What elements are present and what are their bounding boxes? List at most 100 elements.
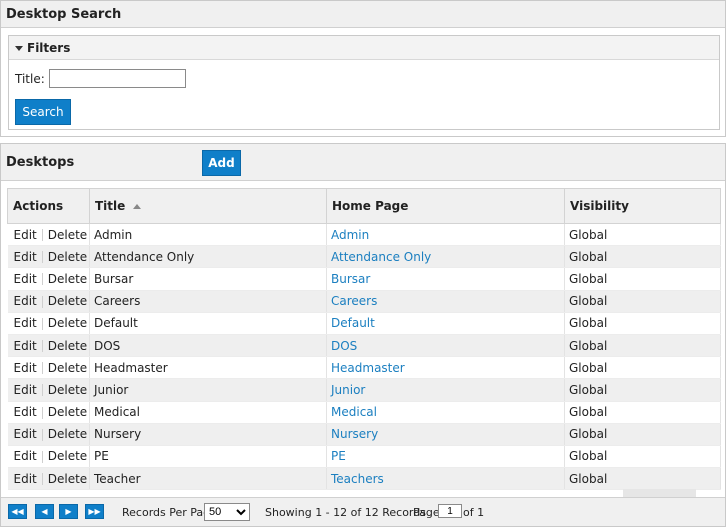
- edit-link[interactable]: Edit: [14, 427, 37, 441]
- row-title: DOS: [89, 334, 327, 358]
- table-row: Edit Delete Careers Careers Global: [7, 290, 721, 313]
- edit-link[interactable]: Edit: [14, 272, 37, 286]
- delete-link[interactable]: Delete: [48, 472, 87, 486]
- table-row: Edit Delete DOS DOS Global: [7, 334, 721, 358]
- pager: ◀◀ ◀ ▶ ▶▶ Records Per Page 50 Showing 1 …: [1, 497, 725, 526]
- row-home-page: Junior: [326, 378, 565, 402]
- home-page-link[interactable]: Junior: [331, 383, 365, 397]
- row-home-page: Headmaster: [326, 356, 565, 380]
- sort-ascending-icon: [133, 204, 142, 209]
- row-title: PE: [89, 445, 327, 469]
- row-visibility: Global: [564, 423, 721, 446]
- records-per-page-label: Records Per Page: [122, 506, 217, 519]
- row-visibility: Global: [564, 290, 721, 313]
- title-input[interactable]: [49, 69, 186, 88]
- add-button[interactable]: Add: [202, 150, 241, 176]
- row-title: Medical: [89, 401, 327, 424]
- delete-link[interactable]: Delete: [48, 228, 87, 242]
- page-of-text: of 1: [463, 506, 485, 519]
- edit-link[interactable]: Edit: [14, 472, 37, 486]
- delete-link[interactable]: Delete: [48, 250, 87, 264]
- row-actions: Edit Delete: [7, 223, 90, 247]
- delete-link[interactable]: Delete: [48, 405, 87, 419]
- row-actions: Edit Delete: [7, 334, 90, 358]
- edit-link[interactable]: Edit: [14, 250, 37, 264]
- row-visibility: Global: [564, 445, 721, 469]
- row-title: Attendance Only: [89, 245, 327, 269]
- action-divider: [41, 428, 43, 441]
- edit-link[interactable]: Edit: [14, 316, 37, 330]
- filters-toggle[interactable]: Filters: [9, 36, 719, 60]
- column-header-title[interactable]: Title: [89, 188, 327, 224]
- delete-link[interactable]: Delete: [48, 427, 87, 441]
- action-divider: [41, 384, 43, 397]
- delete-link[interactable]: Delete: [48, 316, 87, 330]
- action-divider: [41, 273, 43, 286]
- edit-link[interactable]: Edit: [14, 449, 37, 463]
- next-page-icon[interactable]: ▶: [59, 504, 78, 519]
- edit-link[interactable]: Edit: [14, 339, 37, 353]
- edit-link[interactable]: Edit: [14, 405, 37, 419]
- table-row: Edit Delete Junior Junior Global: [7, 378, 721, 402]
- home-page-link[interactable]: Default: [331, 316, 375, 330]
- edit-link[interactable]: Edit: [14, 294, 37, 308]
- filters-section: Filters Title: Search: [8, 35, 720, 130]
- row-visibility: Global: [564, 312, 721, 335]
- edit-link[interactable]: Edit: [14, 383, 37, 397]
- home-page-link[interactable]: Headmaster: [331, 361, 405, 375]
- row-visibility: Global: [564, 401, 721, 424]
- row-home-page: Nursery: [326, 423, 565, 446]
- first-page-icon[interactable]: ◀◀: [8, 504, 27, 519]
- delete-link[interactable]: Delete: [48, 294, 87, 308]
- row-actions: Edit Delete: [7, 423, 90, 446]
- row-actions: Edit Delete: [7, 401, 90, 424]
- desktops-header: Desktops Add: [1, 144, 725, 181]
- row-title: Bursar: [89, 267, 327, 291]
- table-body: Edit Delete Admin Admin Global Edit Delete Atte…: [7, 223, 721, 491]
- row-actions: Edit Delete: [7, 245, 90, 269]
- edit-link[interactable]: Edit: [14, 228, 37, 242]
- search-button[interactable]: Search: [15, 99, 71, 125]
- table-row: Edit Delete Admin Admin Global: [7, 223, 721, 247]
- row-home-page: Medical: [326, 401, 565, 424]
- row-title: Careers: [89, 290, 327, 313]
- action-divider: [41, 229, 43, 242]
- table-row: Edit Delete Attendance Only Attendance Only…: [7, 245, 721, 269]
- home-page-link[interactable]: Attendance Only: [331, 250, 431, 264]
- home-page-link[interactable]: Admin: [331, 228, 369, 242]
- row-title: Teacher: [89, 467, 327, 491]
- action-divider: [41, 251, 43, 264]
- column-title-label: Title: [95, 199, 126, 213]
- page-number-input[interactable]: [438, 504, 462, 518]
- delete-link[interactable]: Delete: [48, 339, 87, 353]
- delete-link[interactable]: Delete: [48, 272, 87, 286]
- column-header-home-page[interactable]: Home Page: [326, 188, 565, 224]
- home-page-link[interactable]: Teachers: [331, 472, 384, 486]
- last-page-icon[interactable]: ▶▶: [85, 504, 104, 519]
- action-divider: [41, 450, 43, 463]
- action-divider: [41, 317, 43, 330]
- edit-link[interactable]: Edit: [14, 361, 37, 375]
- column-header-actions: Actions: [7, 188, 90, 224]
- delete-link[interactable]: Delete: [48, 449, 87, 463]
- delete-link[interactable]: Delete: [48, 383, 87, 397]
- filters-label: Filters: [27, 41, 71, 55]
- home-page-link[interactable]: Careers: [331, 294, 377, 308]
- home-page-link[interactable]: Medical: [331, 405, 377, 419]
- home-page-link[interactable]: Nursery: [331, 427, 378, 441]
- row-title: Headmaster: [89, 356, 327, 380]
- row-actions: Edit Delete: [7, 467, 90, 491]
- row-home-page: Admin: [326, 223, 565, 247]
- delete-link[interactable]: Delete: [48, 361, 87, 375]
- home-page-link[interactable]: PE: [331, 449, 346, 463]
- previous-page-icon[interactable]: ◀: [35, 504, 54, 519]
- column-header-visibility[interactable]: Visibility: [564, 188, 721, 224]
- table-row: Edit Delete Teacher Teachers Global: [7, 467, 721, 491]
- row-home-page: Bursar: [326, 267, 565, 291]
- row-actions: Edit Delete: [7, 356, 90, 380]
- home-page-link[interactable]: Bursar: [331, 272, 370, 286]
- records-per-page-select[interactable]: 50: [204, 503, 250, 521]
- horizontal-scrollbar[interactable]: [623, 489, 696, 497]
- home-page-link[interactable]: DOS: [331, 339, 357, 353]
- row-actions: Edit Delete: [7, 445, 90, 469]
